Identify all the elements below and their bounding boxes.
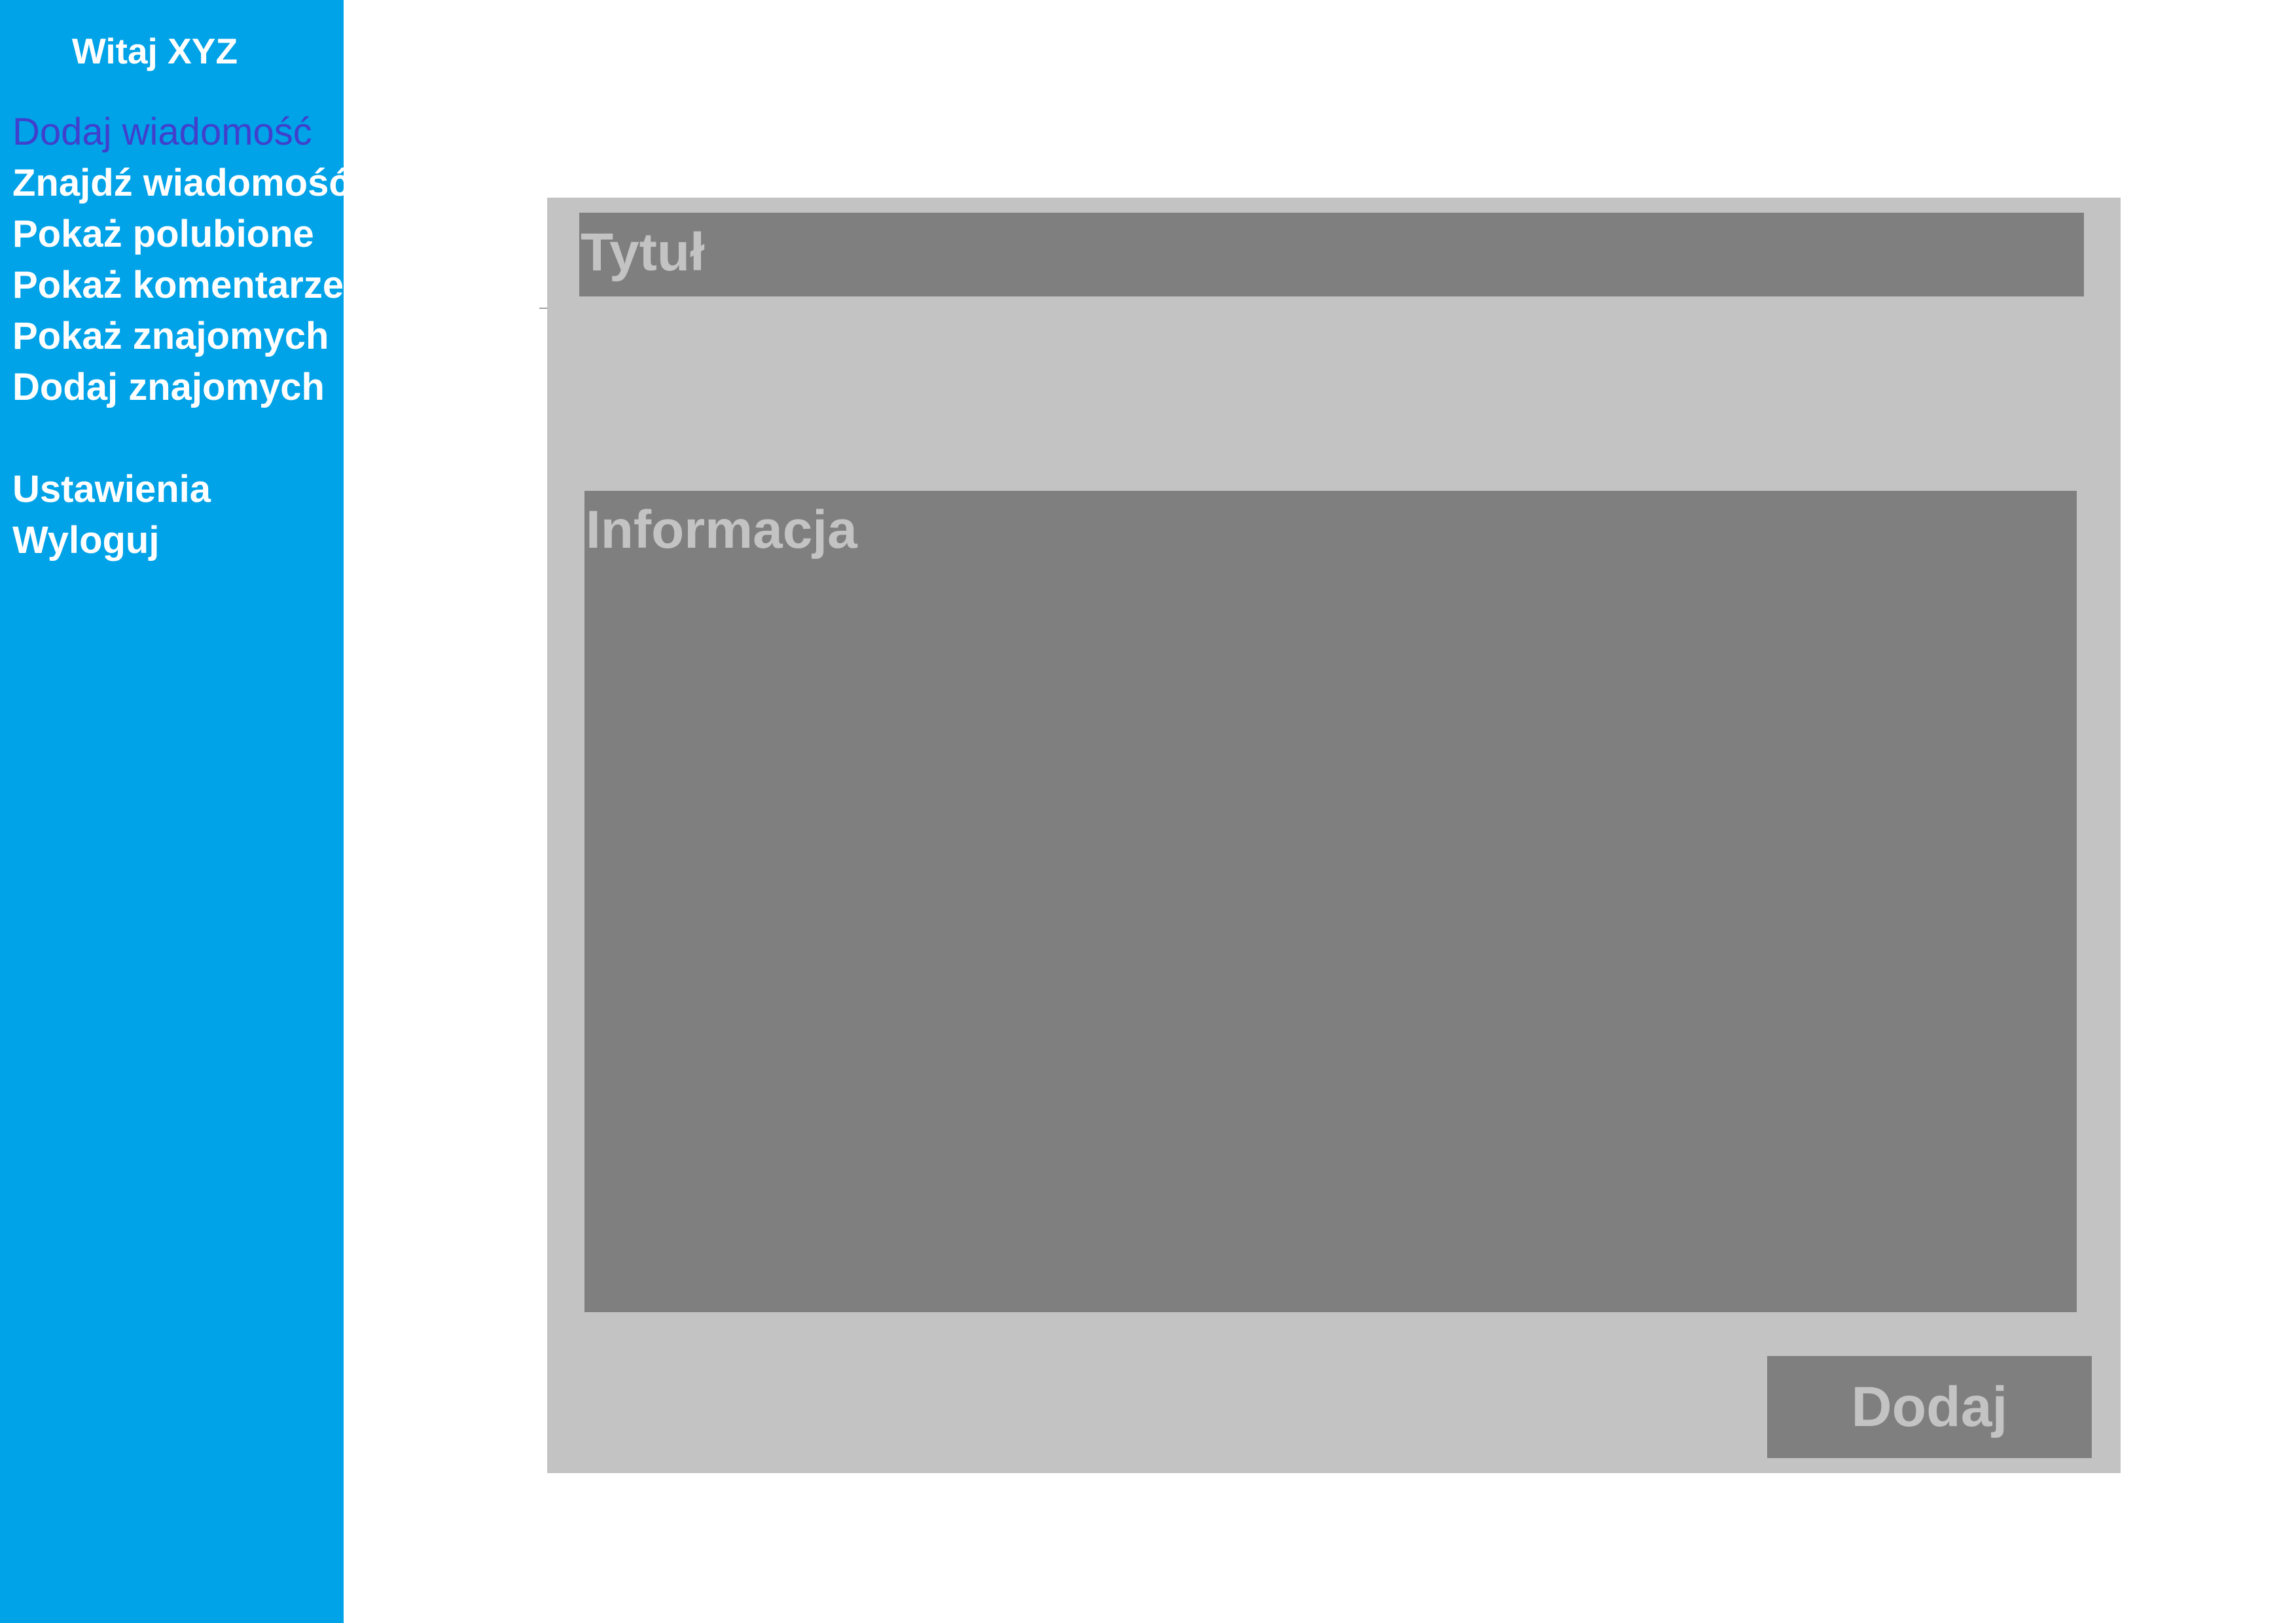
- nav-item-logout[interactable]: Wyloguj: [12, 515, 344, 566]
- title-input[interactable]: [579, 213, 2084, 296]
- sidebar: Witaj XYZ Dodaj wiadomość Znajdź wiadomo…: [0, 0, 350, 1623]
- welcome-text: Witaj XYZ: [71, 31, 238, 71]
- add-button[interactable]: Dodaj: [1767, 1356, 2092, 1458]
- sidebar-nav: Dodaj wiadomość Znajdź wiadomość Pokaż p…: [12, 107, 350, 566]
- nav-item-show-liked[interactable]: Pokaż polubione: [12, 209, 344, 260]
- nav-item-add-message[interactable]: Dodaj wiadomość: [12, 107, 344, 158]
- sidebar-header: Witaj XYZ: [0, 0, 342, 110]
- info-textarea[interactable]: [584, 491, 2077, 1312]
- nav-item-show-comments[interactable]: Pokaż komentarze: [12, 260, 344, 311]
- nav-item-settings[interactable]: Ustawienia: [12, 464, 344, 515]
- nav-item-find-message[interactable]: Znajdź wiadomość: [12, 158, 350, 209]
- add-button-label: Dodaj: [1851, 1375, 2008, 1438]
- nav-item-show-friends[interactable]: Pokaż znajomych: [12, 311, 344, 362]
- nav-item-add-friends[interactable]: Dodaj znajomych: [12, 362, 344, 413]
